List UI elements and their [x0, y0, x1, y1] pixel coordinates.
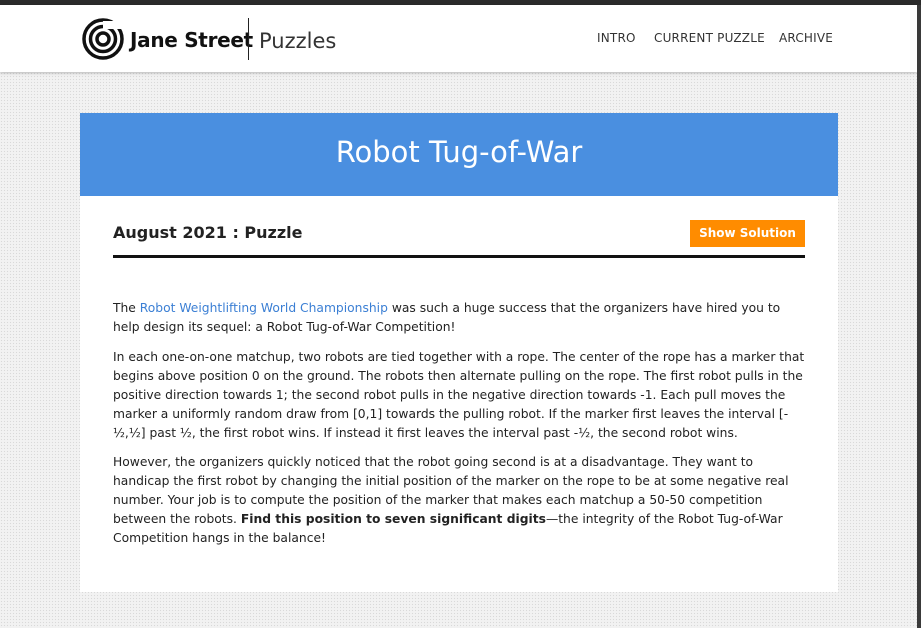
section-name[interactable]: Puzzles	[259, 29, 336, 53]
jane-street-logo-icon[interactable]	[82, 18, 124, 60]
puzzle-card: August 2021 : Puzzle Show Solution The R…	[80, 196, 838, 592]
show-solution-button[interactable]: Show Solution	[690, 220, 805, 247]
puzzle-banner: Robot Tug-of-War	[80, 113, 838, 196]
intro-text-start: The	[113, 301, 140, 315]
brand-name[interactable]: Jane Street	[130, 28, 253, 52]
nav-intro[interactable]: INTRO	[597, 31, 636, 45]
title-rule	[113, 255, 805, 258]
header-divider	[248, 18, 249, 60]
puzzle-date: August 2021 : Puzzle	[113, 223, 303, 242]
task-emphasis: Find this position to seven significant …	[240, 512, 546, 526]
nav-current-puzzle[interactable]: CURRENT PUZZLE	[654, 31, 765, 45]
window-edge	[917, 5, 921, 628]
nav-archive[interactable]: ARCHIVE	[779, 31, 833, 45]
rules-paragraph: In each one-on-one matchup, two robots a…	[113, 350, 805, 440]
task-paragraph: However, the organizers quickly noticed …	[113, 453, 805, 548]
intro-paragraph: The Robot Weightlifting World Championsh…	[113, 299, 805, 337]
site-header: Jane Street Puzzles INTRO CURRENT PUZZLE…	[0, 5, 917, 72]
championship-link[interactable]: Robot Weightlifting World Championship	[140, 301, 388, 315]
puzzle-title: Robot Tug-of-War	[335, 135, 583, 169]
